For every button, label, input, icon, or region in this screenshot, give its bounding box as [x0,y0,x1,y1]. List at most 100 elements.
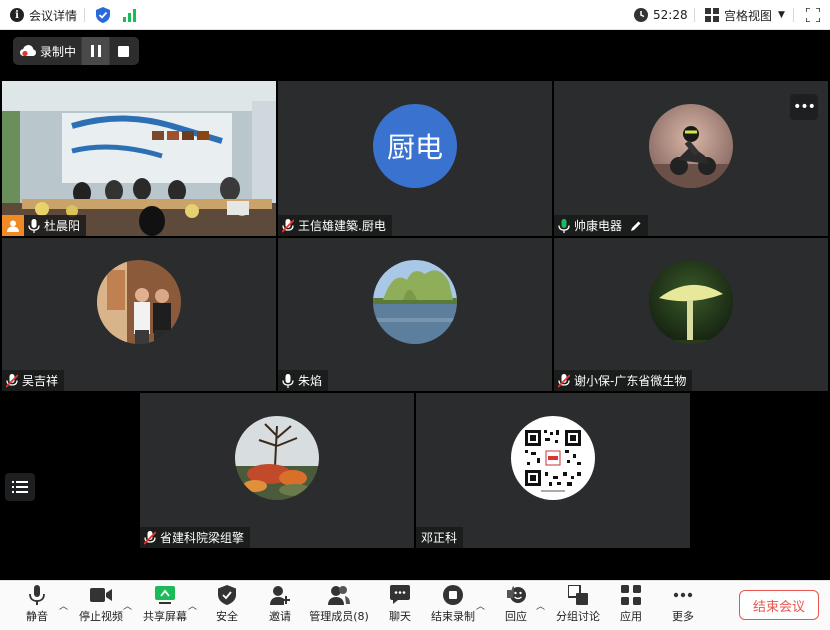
conference-room-video [2,81,276,236]
participant-name-tag: 省建科院梁组擎 [140,527,251,548]
stop-icon [118,45,129,57]
info-icon: i [10,8,24,22]
meeting-info-label: 会议详情 [29,8,78,23]
divider [84,8,85,22]
participant-list-button[interactable] [5,473,35,501]
apps-button[interactable]: 应用 [617,585,645,629]
recording-status: 录制中 [13,37,81,65]
participant-name-tag: 朱焰 [278,370,329,391]
video-tile[interactable]: 省建科院梁组擎 [140,393,414,548]
share-options-chevron-icon[interactable]: ︿ [188,599,197,612]
grid-icon [705,8,719,22]
avatar [649,104,733,188]
reaction-options-chevron-icon[interactable]: ︿ [536,599,545,612]
reaction-icon [507,586,526,603]
video-tile[interactable]: 杜晨阳 [2,81,276,236]
shield-icon [218,585,236,605]
tile-more-button[interactable]: ••• [790,94,818,120]
timer: 52:28 [634,0,688,30]
participants-label: 管理成员(8) [309,610,369,623]
divider [793,8,794,22]
list-icon [12,481,28,493]
host-badge [2,215,24,236]
participant-name: 王信雄建築.厨电 [298,219,386,233]
chat-button[interactable]: 聊天 [386,585,414,629]
participant-name: 朱焰 [298,374,323,388]
fullscreen-icon [806,8,820,22]
more-label: 更多 [672,610,694,623]
stop-video-button[interactable]: 停止视频 [77,585,125,629]
mic-muted-icon [282,218,294,233]
breakout-icon [568,585,588,605]
participant-name-tag: 王信雄建築.厨电 [278,215,392,236]
participant-name: 吴吉祥 [22,374,59,388]
avatar [373,260,457,344]
clock-icon [634,8,648,22]
mic-muted-icon [144,530,156,545]
participant-name: 杜晨阳 [44,219,81,233]
mic-icon [282,373,294,388]
signal-icon[interactable] [123,0,137,30]
pause-recording-button[interactable] [81,37,109,65]
meeting-info-button[interactable]: i 会议详情 [10,0,77,30]
reactions-button[interactable]: 回应 [502,585,530,629]
mute-button[interactable]: 静音 [22,585,52,629]
video-options-chevron-icon[interactable]: ︿ [123,599,132,612]
participant-name: 谢小保-广东省微生物 [574,374,687,388]
stop-record-icon [443,585,463,605]
view-mode-dropdown[interactable]: 宫格视图 ▼ [705,0,785,30]
security-button[interactable]: 安全 [213,585,241,629]
security-label: 安全 [216,610,238,623]
breakout-label: 分组讨论 [556,610,600,623]
participant-name: 帅康电器 [574,219,623,233]
mic-muted-icon [6,373,18,388]
pencil-icon[interactable] [630,220,642,232]
avatar [97,260,181,344]
video-camera-icon [90,588,112,602]
mic-icon [28,218,40,233]
recording-bar: 录制中 [13,37,139,65]
video-tile[interactable]: ••• 帅康电器 [554,81,828,236]
stop-recording-button[interactable] [109,37,137,65]
share-screen-button[interactable]: 共享屏幕 [142,585,188,629]
mute-options-chevron-icon[interactable]: ︿ [59,599,68,612]
apps-icon [621,585,641,605]
participant-name: 邓正科 [421,531,458,545]
meeting-toolbar: 静音 ︿ 停止视频 ︿ 共享屏幕 ︿ 安全 邀请 管理成员(8) 聊天 结束录制… [0,580,830,630]
invite-label: 邀请 [269,610,291,623]
mute-label: 静音 [26,610,48,623]
video-tile[interactable]: 邓正科 [416,393,690,548]
avatar: 厨电 [373,104,457,188]
view-mode-label: 宫格视图 [724,8,773,23]
video-tile[interactable]: 谢小保-广东省微生物 [554,238,828,391]
users-icon [328,586,350,605]
participant-name-tag: 吴吉祥 [2,370,65,391]
fullscreen-button[interactable] [806,0,820,30]
more-icon [673,592,693,598]
avatar [511,416,595,500]
end-recording-button[interactable]: 结束录制 [430,585,476,629]
participants-button[interactable]: 管理成员(8) [307,585,371,629]
breakout-rooms-button[interactable]: 分组讨论 [555,585,601,629]
recording-options-chevron-icon[interactable]: ︿ [476,599,485,612]
divider [694,8,695,22]
mic-muted-icon [558,373,570,388]
shield-icon[interactable] [96,0,110,30]
video-tile[interactable]: 吴吉祥 [2,238,276,391]
avatar [649,260,733,344]
more-dots-icon: ••• [793,99,816,115]
qr-code-icon [525,430,581,492]
participant-name: 省建科院梁组擎 [160,531,245,545]
video-tile[interactable]: 厨电 王信雄建築.厨电 [278,81,552,236]
invite-button[interactable]: 邀请 [266,585,294,629]
avatar [235,416,319,500]
top-bar: i 会议详情 52:28 宫格视图 ▼ [0,0,830,30]
more-button[interactable]: 更多 [669,585,697,629]
participant-name-tag: 谢小保-广东省微生物 [554,370,693,391]
participant-name-tag: 杜晨阳 [24,215,87,236]
person-icon [7,220,19,232]
end-meeting-button[interactable]: 结束会议 [739,590,819,620]
mic-icon [29,585,45,605]
video-tile[interactable]: 朱焰 [278,238,552,391]
caret-down-icon: ▼ [778,10,785,20]
